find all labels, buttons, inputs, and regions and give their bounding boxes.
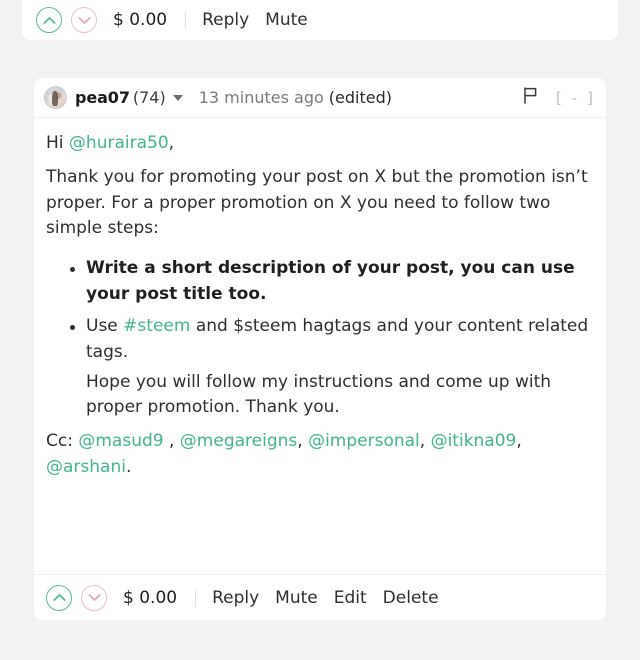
mention-megareigns[interactable]: @megareigns (180, 431, 297, 451)
cc-separator-2: , (419, 431, 431, 452)
mute-button[interactable]: Mute (275, 588, 318, 608)
comment-action-bar: $ 0.00 Reply Mute Edit Delete (34, 574, 606, 620)
mute-button[interactable]: Mute (265, 10, 308, 30)
cc-separator-0: , (163, 431, 180, 452)
flag-icon[interactable] (523, 87, 538, 108)
downvote-button[interactable] (71, 7, 97, 33)
cc-separator-4: . (125, 457, 132, 478)
mention-itikna09[interactable]: @itikna09 (431, 431, 517, 451)
upvote-button[interactable] (46, 584, 72, 611)
steps-list: Write a short description of your post, … (46, 256, 592, 421)
greeting-line: Hi @huraira50, (46, 131, 592, 157)
reply-button[interactable]: Reply (212, 588, 259, 608)
mention-impersonal[interactable]: @impersonal (308, 431, 420, 451)
cc-label: Cc: (46, 431, 79, 452)
collapse-toggle[interactable]: [ - ] (554, 89, 595, 107)
payout-amount[interactable]: $ 0.00 (113, 10, 167, 30)
parent-comment-card: $ 0.00 Reply Mute (22, 0, 618, 40)
chevron-up-icon (52, 593, 66, 602)
delete-button[interactable]: Delete (383, 588, 439, 608)
parent-comment-action-bar: $ 0.00 Reply Mute (22, 0, 618, 40)
downvote-button[interactable] (81, 584, 107, 611)
cc-separator-1: , (297, 431, 309, 452)
step-2-prefix: Use (86, 315, 124, 336)
edited-badge: (edited) (328, 88, 392, 107)
comment-body: Hi @huraira50, Thank you for promoting y… (34, 118, 606, 481)
caret-down-icon[interactable] (172, 94, 183, 101)
mention-arshani[interactable]: @arshani (46, 457, 126, 477)
greeting-suffix: , (168, 133, 175, 153)
greeting-prefix: Hi (46, 133, 69, 153)
payout-amount[interactable]: $ 0.00 (123, 588, 177, 608)
chevron-down-icon (87, 593, 101, 602)
step-item-1: Write a short description of your post, … (70, 256, 592, 308)
hashtag-steem[interactable]: #steem (123, 316, 190, 336)
action-separator (195, 588, 197, 607)
author-name[interactable]: pea07 (75, 88, 130, 107)
author-reputation: (74) (132, 88, 166, 107)
comment-timestamp[interactable]: 13 minutes ago (199, 88, 324, 107)
cc-line: Cc: @masud9 , @megareigns, @impersonal, … (46, 429, 592, 481)
body-paragraph-1: Thank you for promoting your post on X b… (46, 166, 588, 239)
edit-button[interactable]: Edit (334, 588, 367, 608)
mention-huraira50[interactable]: @huraira50 (69, 133, 169, 153)
reply-button[interactable]: Reply (202, 10, 249, 30)
comment-header: pea07 (74) 13 minutes ago (edited) [ - ] (34, 78, 606, 118)
comment-card: pea07 (74) 13 minutes ago (edited) [ - ]… (34, 78, 606, 620)
step-2-followup: Hope you will follow my instructions and… (86, 371, 552, 418)
chevron-down-icon (77, 16, 91, 25)
upvote-button[interactable] (36, 7, 62, 33)
action-separator (185, 11, 187, 29)
avatar[interactable] (44, 86, 67, 109)
comment-thread-page: $ 0.00 Reply Mute pea07 (74) 13 minutes … (0, 0, 640, 660)
mention-masud9[interactable]: @masud9 (78, 431, 163, 451)
step-item-2: Use #steem and $steem hagtags and your c… (70, 314, 592, 421)
chevron-up-icon (42, 16, 56, 25)
cc-separator-3: , (516, 431, 522, 452)
